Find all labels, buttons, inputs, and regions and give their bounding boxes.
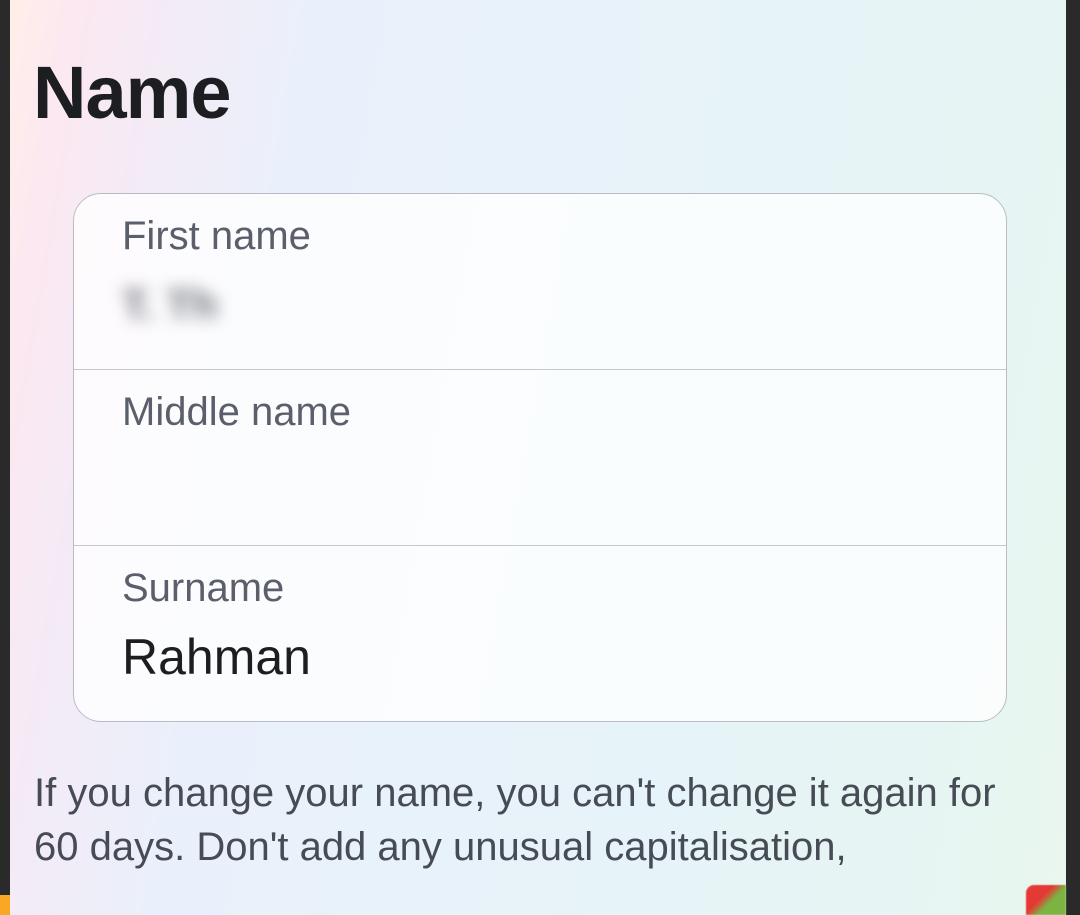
first-name-label: First name: [122, 214, 958, 259]
middle-name-field[interactable]: Middle name: [74, 370, 1006, 546]
helper-text: If you change your name, you can't chang…: [30, 766, 1050, 874]
content-area: Name First name Middle name Surname If y…: [30, 0, 1050, 915]
name-form-card: First name Middle name Surname: [73, 193, 1007, 722]
window-border-left: [0, 0, 10, 915]
middle-name-label: Middle name: [122, 390, 958, 435]
surname-input[interactable]: [122, 617, 958, 697]
middle-name-input[interactable]: [122, 441, 958, 521]
window-accent-left: [0, 895, 10, 915]
surname-label: Surname: [122, 566, 958, 611]
first-name-input[interactable]: [122, 265, 958, 345]
first-name-field[interactable]: First name: [74, 194, 1006, 370]
viewport: Name First name Middle name Surname If y…: [0, 0, 1080, 915]
window-border-right: [1066, 0, 1080, 915]
surname-field[interactable]: Surname: [74, 546, 1006, 721]
window-accent-right: [1026, 885, 1066, 915]
page-title: Name: [33, 50, 1050, 135]
